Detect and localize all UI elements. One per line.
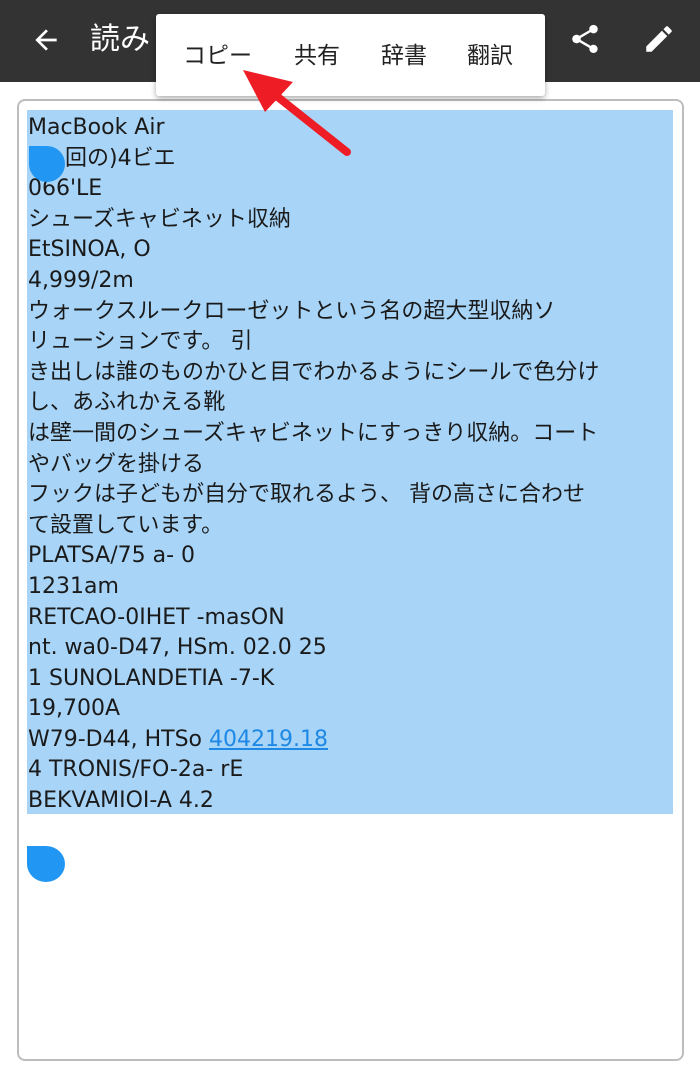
selection-start-handle[interactable]	[29, 146, 65, 182]
share-icon	[572, 24, 598, 54]
text-line: き出しは誰のものかひと目でわかるようにシールで色分け	[28, 359, 600, 385]
text-line: EtSINOA, O	[28, 237, 151, 263]
text-line: やバッグを掛ける	[28, 451, 205, 477]
text-line: 066'LE	[28, 176, 103, 202]
back-button[interactable]	[24, 18, 68, 62]
text-line: RETCAO-0IHET -masON	[28, 604, 285, 630]
translate-menu-item[interactable]: 翻訳	[467, 38, 513, 74]
annotation-arrow-icon	[243, 70, 351, 156]
pencil-icon	[646, 26, 672, 52]
text-line: 19,700A	[28, 696, 121, 722]
text-line: BEKVAMIOI-A 4.2	[28, 788, 214, 814]
phone-number-link[interactable]: 404219.18	[209, 727, 328, 752]
page-title: 読み	[90, 22, 150, 57]
text-line-prefix: W79-D44, HTSo	[28, 726, 203, 752]
text-line: は壁一間のシューズキャビネットにすっきり収納。コート	[28, 420, 599, 446]
text-line: 4,999/2m	[28, 267, 134, 293]
text-line: PLATSA/75 a- 0	[28, 543, 196, 569]
share-button[interactable]	[562, 16, 608, 62]
text-line: nt. wa0-D47, HSm. 02.0 25	[28, 635, 327, 661]
text-line: リューションです。 引	[28, 329, 253, 355]
text-line: フックは子どもが自分で取れるよう、 背の高さに合わせ	[28, 482, 585, 508]
arrow-left-icon	[35, 29, 57, 51]
text-line: し、あふれかえる靴	[28, 390, 226, 416]
text-line: ウォークスルークローゼットという名の超大型収納ソ	[28, 298, 556, 324]
text-line: 1 SUNOLANDETIA -7-K	[28, 665, 275, 691]
selection-end-handle[interactable]	[27, 846, 65, 882]
text-line: 1231am	[28, 573, 119, 599]
text-line: シューズキャビネット収納	[28, 206, 291, 232]
edit-button[interactable]	[636, 16, 682, 62]
dictionary-menu-item[interactable]: 辞書	[381, 38, 427, 74]
text-line: て設置しています。	[28, 512, 224, 538]
text-line: 4 TRONIS/FO-2a- rE	[28, 757, 244, 783]
ocr-text-body[interactable]: MacBook Air 回の)4ビエ 066'LE シューズキャビネット収納 E…	[28, 113, 676, 817]
text-line: W79-D44, HTSo 404219.18	[28, 725, 676, 756]
